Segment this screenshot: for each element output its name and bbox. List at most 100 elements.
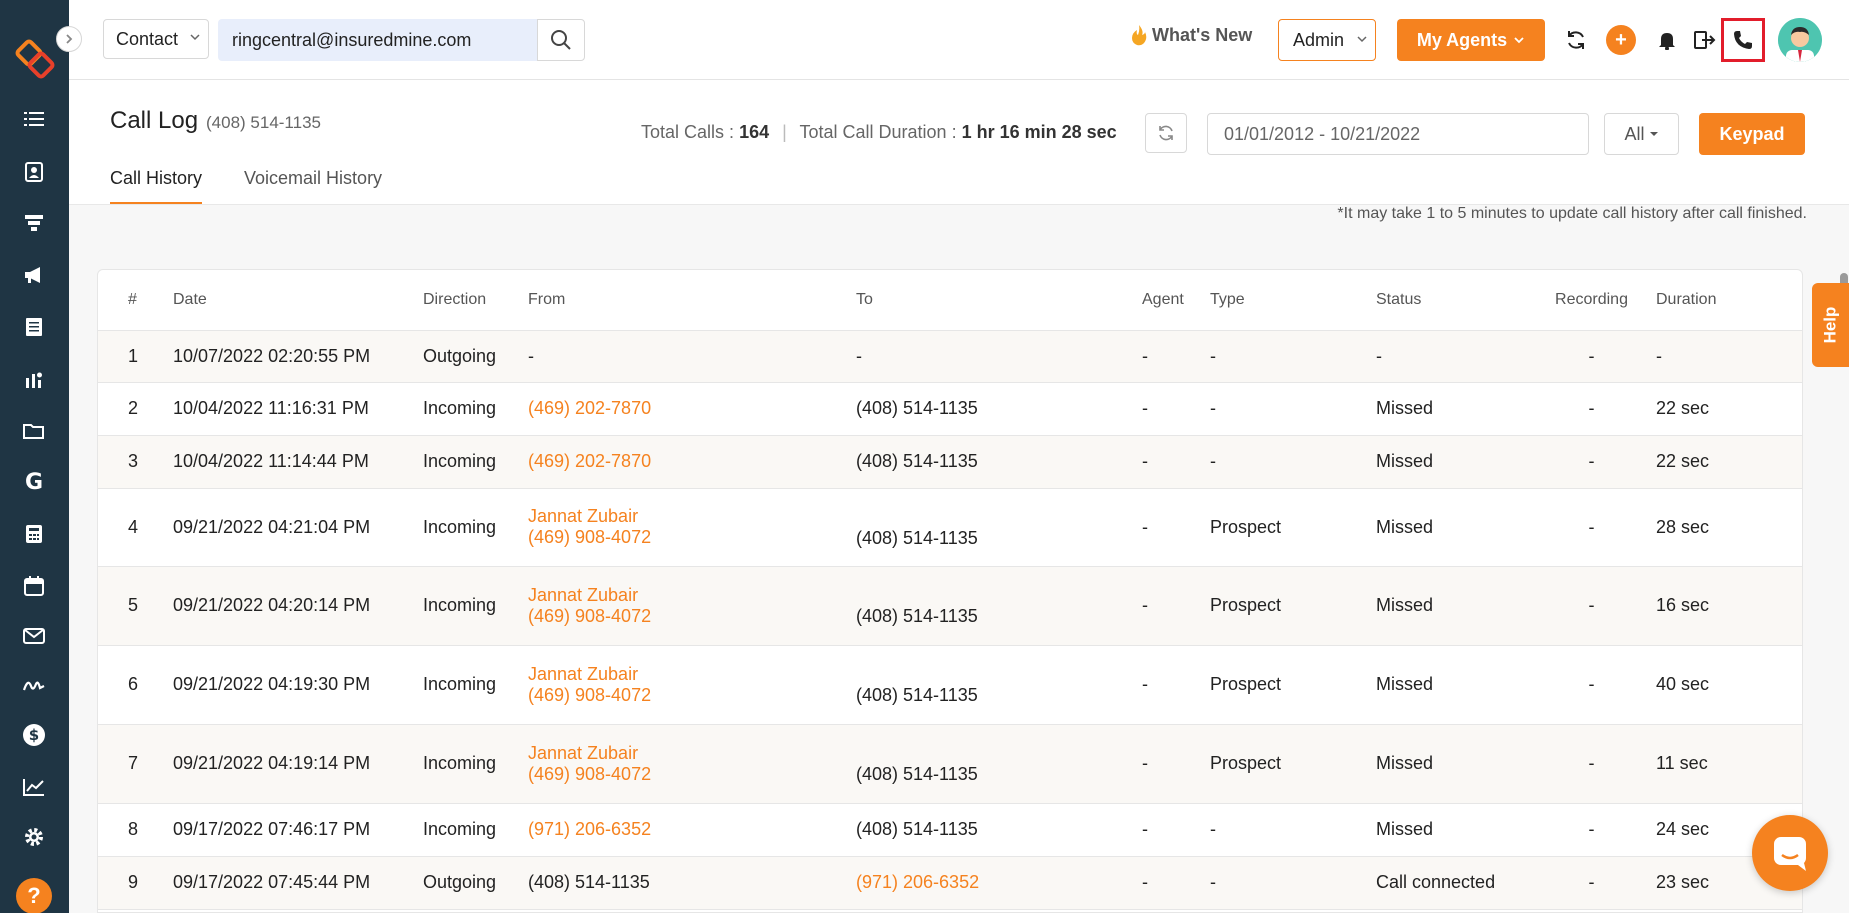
from-phone-link[interactable]: (469) 908-4072 — [528, 764, 856, 785]
table-row: 5 09/21/2022 04:20:14 PM Incoming Jannat… — [98, 566, 1802, 646]
sidebar-toggle-button[interactable] — [56, 26, 82, 52]
megaphone-icon[interactable] — [21, 262, 47, 288]
cell-type: Prospect — [1210, 645, 1376, 725]
line-chart-icon[interactable] — [21, 774, 47, 800]
cell-number: 9 — [98, 856, 173, 910]
cell-to: (408) 514-1135 — [856, 803, 1142, 857]
google-icon[interactable]: G — [21, 469, 47, 495]
user-avatar-icon — [1778, 18, 1822, 62]
call-log-tabs: Call History Voicemail History — [110, 168, 382, 205]
question-icon[interactable]: ? — [16, 878, 52, 913]
bar-chart-icon[interactable] — [21, 366, 47, 392]
cell-to: - — [856, 330, 1142, 383]
cell-recording: - — [1539, 724, 1644, 804]
to-phone-link[interactable]: (971) 206-6352 — [856, 872, 979, 892]
cell-direction: Incoming — [423, 724, 528, 804]
date-range-input[interactable] — [1207, 113, 1589, 155]
from-contact-name[interactable]: Jannat Zubair — [528, 743, 856, 764]
from-phone-link[interactable]: (469) 202-7870 — [528, 398, 651, 418]
cell-recording: - — [1539, 645, 1644, 725]
from-contact-name[interactable]: Jannat Zubair — [528, 664, 856, 685]
funnel-icon[interactable] — [21, 210, 47, 236]
calendar-icon[interactable] — [21, 573, 47, 599]
search-type-select[interactable]: Contact — [103, 19, 209, 59]
fire-icon — [1132, 25, 1147, 46]
help-tab-label: Help — [1820, 306, 1840, 344]
from-value: - — [528, 345, 534, 366]
cell-to: (408) 514-1135 — [856, 566, 1142, 646]
mail-icon[interactable] — [21, 623, 47, 649]
tab-voicemail-history[interactable]: Voicemail History — [244, 168, 382, 205]
cell-recording: - — [1539, 856, 1644, 910]
cell-type: Prospect — [1210, 724, 1376, 804]
cell-duration: 16 sec — [1644, 566, 1802, 646]
bell-icon[interactable] — [1653, 26, 1681, 54]
contacts-icon[interactable] — [21, 159, 47, 185]
cell-agent: - — [1142, 382, 1210, 436]
cell-duration: 11 sec — [1644, 724, 1802, 804]
cell-type: Prospect — [1210, 566, 1376, 646]
cell-agent: - — [1142, 645, 1210, 725]
phone-button[interactable] — [1721, 18, 1765, 62]
chevron-down-icon — [190, 34, 200, 41]
folder-icon[interactable] — [21, 418, 47, 444]
cell-direction: Incoming — [423, 382, 528, 436]
signature-icon[interactable] — [21, 672, 47, 698]
from-contact-name[interactable]: Jannat Zubair — [528, 585, 856, 606]
cell-duration: 28 sec — [1644, 488, 1802, 567]
to-value: (408) 514-1135 — [856, 398, 978, 418]
refresh-button[interactable] — [1145, 113, 1187, 153]
call-filter-select[interactable]: All — [1604, 113, 1679, 155]
cell-from: Jannat Zubair (469) 908-4072 — [528, 645, 856, 725]
cell-to: (408) 514-1135 — [856, 645, 1142, 725]
chat-launcher-button[interactable] — [1752, 815, 1828, 891]
from-phone-link[interactable]: (469) 202-7870 — [528, 451, 651, 471]
search-button[interactable] — [537, 19, 585, 61]
my-agents-button[interactable]: My Agents — [1397, 19, 1545, 61]
from-phone-link[interactable]: (469) 908-4072 — [528, 606, 856, 627]
cell-number: 3 — [98, 435, 173, 489]
avatar[interactable] — [1778, 18, 1822, 62]
cell-direction: Outgoing — [423, 330, 528, 383]
whats-new-link[interactable]: What's New — [1130, 24, 1252, 46]
page-phone-number: (408) 514-1135 — [206, 113, 321, 132]
column-header-recording: Recording — [1539, 270, 1644, 331]
from-phone-link[interactable]: (971) 206-6352 — [528, 819, 651, 839]
plus-icon[interactable]: + — [1606, 25, 1636, 55]
logout-icon[interactable] — [1691, 26, 1719, 54]
call-filter-value: All — [1624, 123, 1645, 144]
from-phone-link[interactable]: (469) 908-4072 — [528, 685, 856, 706]
total-calls-label: Total Calls : — [641, 122, 735, 142]
cell-from: (469) 202-7870 — [528, 382, 856, 436]
calculator-icon[interactable] — [21, 521, 47, 547]
list-icon[interactable] — [21, 106, 47, 132]
cell-number: 4 — [98, 488, 173, 567]
cell-from: (408) 514-1135 — [528, 856, 856, 910]
to-value: (408) 514-1135 — [856, 685, 978, 705]
cell-type: Prospect — [1210, 488, 1376, 567]
cell-date: 10/04/2022 11:14:44 PM — [173, 435, 423, 489]
chat-icon — [1774, 837, 1806, 871]
document-icon[interactable] — [21, 314, 47, 340]
help-tab[interactable]: Help — [1812, 283, 1849, 367]
role-select[interactable]: Admin — [1278, 19, 1376, 61]
search-input[interactable] — [218, 19, 538, 61]
total-calls-value: 164 — [739, 122, 770, 142]
sync-icon[interactable] — [1562, 26, 1590, 54]
logo-icon[interactable] — [14, 38, 56, 80]
search-type-value: Contact — [116, 28, 179, 49]
whats-new-label: What's New — [1152, 24, 1253, 45]
cell-recording: - — [1539, 435, 1644, 489]
cell-recording: - — [1539, 488, 1644, 567]
dollar-icon[interactable]: $ — [21, 722, 47, 748]
cell-duration: 22 sec — [1644, 382, 1802, 436]
keypad-button[interactable]: Keypad — [1699, 113, 1805, 155]
table-row: 8 09/17/2022 07:46:17 PM Incoming (971) … — [98, 803, 1802, 857]
tab-call-history[interactable]: Call History — [110, 168, 203, 205]
cell-status: Missed — [1376, 435, 1539, 489]
from-contact-name[interactable]: Jannat Zubair — [528, 506, 856, 527]
from-phone-link[interactable]: (469) 908-4072 — [528, 527, 856, 548]
table-row: 1 10/07/2022 02:20:55 PM Outgoing - - - … — [98, 330, 1802, 383]
cell-from: (971) 206-6352 — [528, 803, 856, 857]
gear-icon[interactable] — [21, 824, 47, 850]
